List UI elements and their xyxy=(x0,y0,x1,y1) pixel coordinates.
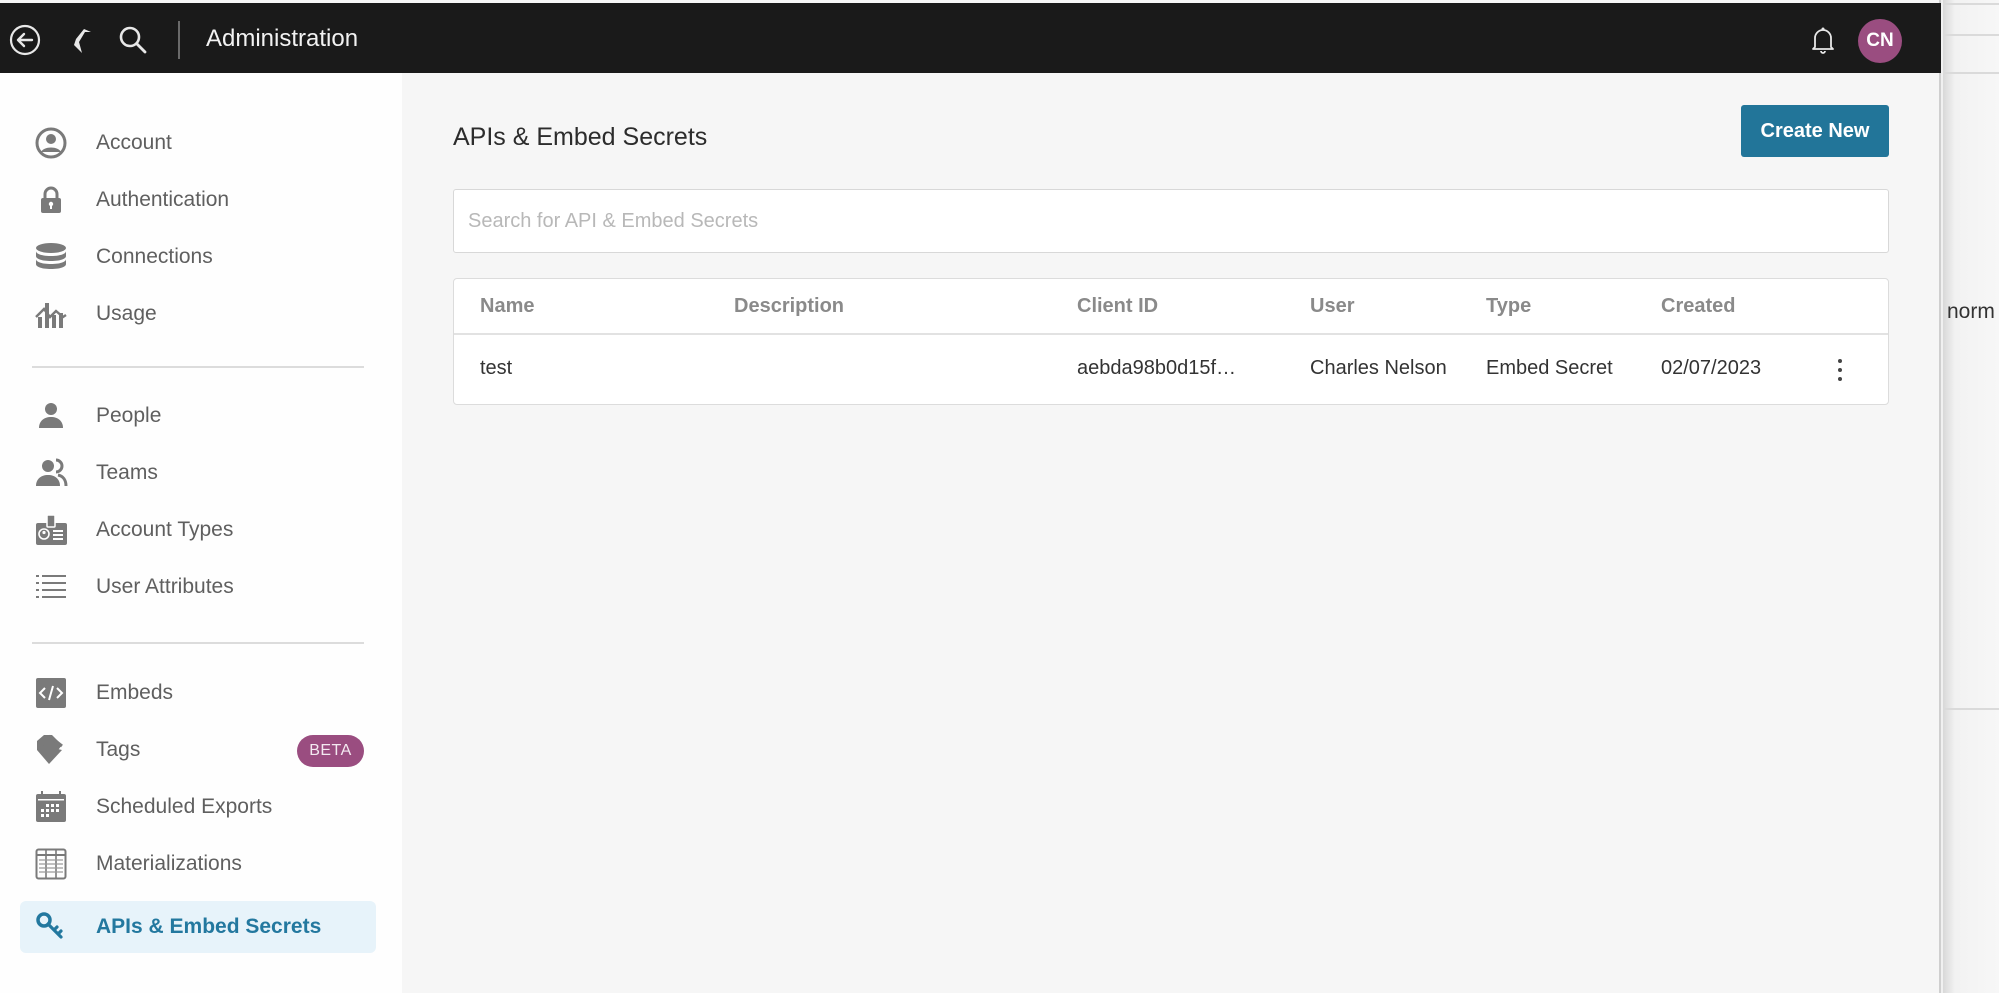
database-icon xyxy=(34,240,68,274)
table-row[interactable]: test aebda98b0d15f… Charles Nelson Embed… xyxy=(454,335,1888,405)
sidebar-item-tags[interactable]: Tags BETA xyxy=(20,724,376,776)
sidebar-item-embeds[interactable]: Embeds xyxy=(20,667,376,719)
sidebar-item-label: Scheduled Exports xyxy=(96,795,273,818)
background-window-text: norm xyxy=(1947,300,1995,323)
column-header-type[interactable]: Type xyxy=(1486,295,1531,318)
id-badge-icon xyxy=(34,513,68,547)
sidebar-item-account[interactable]: Account xyxy=(20,117,376,169)
sidebar-item-label: Teams xyxy=(96,461,158,484)
secrets-table: Name Description Client ID User Type Cre… xyxy=(453,278,1889,405)
sidebar-item-label: Usage xyxy=(96,302,157,325)
usage-chart-icon xyxy=(34,297,68,331)
cell-created: 02/07/2023 xyxy=(1661,357,1762,379)
column-header-description[interactable]: Description xyxy=(734,295,844,318)
background-divider xyxy=(1943,708,1999,710)
account-circle-icon xyxy=(34,126,68,160)
column-header-user[interactable]: User xyxy=(1310,295,1354,318)
sidebar-item-materializations[interactable]: Materializations xyxy=(20,838,376,890)
main-content: APIs & Embed Secrets Create New Name Des… xyxy=(402,73,1941,993)
cell-user: Charles Nelson xyxy=(1310,357,1447,379)
background-divider xyxy=(1943,72,1999,74)
table-grid-icon xyxy=(34,847,68,881)
background-divider xyxy=(1943,3,1999,5)
cell-type: Embed Secret xyxy=(1486,357,1613,379)
sidebar-divider xyxy=(32,642,364,644)
key-icon xyxy=(34,910,68,944)
sidebar-item-label: Connections xyxy=(96,245,213,268)
app-window: Administration CN Account Authentication… xyxy=(0,0,1941,993)
sidebar-divider xyxy=(32,366,364,368)
bird-logo-icon[interactable] xyxy=(60,23,94,57)
sidebar-item-label: Embeds xyxy=(96,681,174,704)
cell-client-id: aebda98b0d15f… xyxy=(1077,357,1237,379)
sidebar: Account Authentication Connections Usage xyxy=(0,73,402,993)
sidebar-item-teams[interactable]: Teams xyxy=(20,447,376,499)
background-divider xyxy=(1943,34,1999,36)
search-icon[interactable] xyxy=(116,23,150,57)
code-icon xyxy=(34,676,68,710)
column-header-client-id[interactable]: Client ID xyxy=(1077,295,1158,318)
person-icon xyxy=(34,399,68,433)
column-header-name[interactable]: Name xyxy=(480,295,534,318)
sidebar-item-label: APIs & Embed Secrets xyxy=(96,915,322,938)
sidebar-item-user-attributes[interactable]: User Attributes xyxy=(20,561,376,613)
user-avatar[interactable]: CN xyxy=(1858,19,1902,63)
sidebar-item-people[interactable]: People xyxy=(20,390,376,442)
background-window: norm xyxy=(1943,0,1999,993)
sidebar-item-scheduled-exports[interactable]: Scheduled Exports xyxy=(20,781,376,833)
sidebar-item-label: Materializations xyxy=(96,852,242,875)
team-icon xyxy=(34,456,68,490)
sidebar-item-label: Authentication xyxy=(96,188,230,211)
bell-icon[interactable] xyxy=(1806,23,1840,57)
sidebar-item-label: User Attributes xyxy=(96,575,234,598)
app-title: Administration xyxy=(206,25,359,52)
sidebar-item-connections[interactable]: Connections xyxy=(20,231,376,283)
list-icon xyxy=(34,570,68,604)
sidebar-item-usage[interactable]: Usage xyxy=(20,288,376,340)
sidebar-item-account-types[interactable]: Account Types xyxy=(20,504,376,556)
lock-icon xyxy=(34,183,68,217)
sidebar-item-authentication[interactable]: Authentication xyxy=(20,174,376,226)
back-arrow-icon[interactable] xyxy=(8,23,42,57)
search-input[interactable] xyxy=(453,189,1889,253)
topbar-divider xyxy=(178,21,180,59)
column-header-created[interactable]: Created xyxy=(1661,295,1735,318)
sidebar-item-label: Tags xyxy=(96,738,141,761)
sidebar-item-label: People xyxy=(96,404,162,427)
cell-name: test xyxy=(480,357,513,379)
create-new-button[interactable]: Create New xyxy=(1741,105,1889,157)
beta-badge: BETA xyxy=(297,735,364,767)
sidebar-item-label: Account xyxy=(96,131,172,154)
top-bar: Administration CN xyxy=(0,3,1941,73)
calendar-icon xyxy=(34,790,68,824)
more-options-icon[interactable] xyxy=(1828,353,1852,387)
sidebar-item-apis-embed-secrets[interactable]: APIs & Embed Secrets xyxy=(20,901,376,953)
tag-icon xyxy=(34,733,68,767)
sidebar-item-label: Account Types xyxy=(96,518,234,541)
table-header: Name Description Client ID User Type Cre… xyxy=(454,279,1888,335)
page-title: APIs & Embed Secrets xyxy=(453,123,708,151)
